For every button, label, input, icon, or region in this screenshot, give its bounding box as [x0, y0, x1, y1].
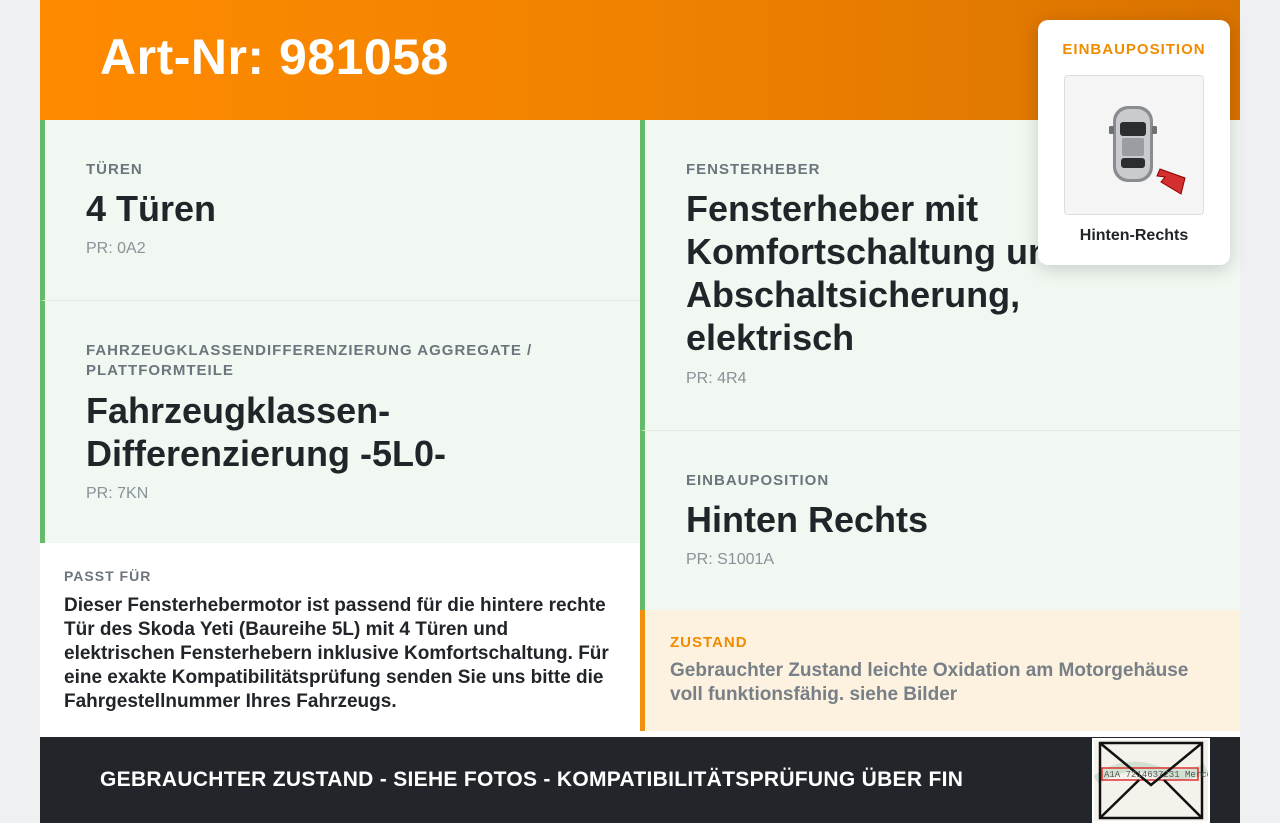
card-pr-code: PR: S1001A	[686, 551, 775, 568]
card-label: Fensterheber	[686, 161, 821, 178]
thumb-text: A1A 7214637231 Mercedes-Benz	[1104, 770, 1208, 780]
fits-label: PASST FÜR	[64, 568, 152, 584]
card-value: Fensterheber mit Komfortschaltung und Ab…	[686, 188, 1072, 358]
card-value: 4 Türen	[86, 188, 217, 229]
card-label: Türen	[86, 161, 143, 178]
label-photo-icon: A1A 7214637231 Mercedes-Benz	[1094, 740, 1208, 821]
card-value: Fahrzeugklassen-Differenzierung -5L0-	[86, 390, 447, 474]
installation-position-popup: EINBAUPOSITION Hinten-Rechts	[1038, 20, 1230, 265]
card-pr-code: PR: 0A2	[86, 240, 146, 257]
card-pr-code: PR: 7KN	[86, 485, 149, 502]
fits-description: Dieser Fensterhebermotor ist passend für…	[64, 595, 609, 712]
position-diagram	[1064, 75, 1204, 215]
fits-for-section: PASST FÜR Dieser Fensterhebermotor ist p…	[40, 543, 640, 737]
card-label: Fahrzeugklassendifferenzierung Aggregate…	[86, 342, 533, 379]
popup-title: EINBAUPOSITION	[1062, 41, 1206, 58]
card-doors: Türen 4 Türen PR: 0A2	[40, 120, 640, 300]
car-top-view-icon	[1109, 106, 1186, 195]
condition-label: ZUSTAND	[670, 634, 748, 651]
footer-bar: GEBRAUCHTER ZUSTAND - SIEHE FOTOS - KOMP…	[40, 737, 1240, 823]
footer-notice: GEBRAUCHTER ZUSTAND - SIEHE FOTOS - KOMP…	[100, 768, 964, 791]
article-number-title: Art-Nr: 981058	[100, 29, 449, 85]
card-installation-position: Einbauposition Hinten Rechts PR: S1001A	[640, 430, 1240, 610]
card-label: Einbauposition	[686, 472, 830, 489]
card-value: Hinten Rechts	[686, 499, 929, 540]
product-photo-thumbnail[interactable]: A1A 7214637231 Mercedes-Benz	[1092, 738, 1210, 823]
condition-description: Gebrauchter Zustand leichte Oxidation am…	[670, 660, 1189, 705]
card-pr-code: PR: 4R4	[686, 370, 747, 387]
condition-section: ZUSTAND Gebrauchter Zustand leichte Oxid…	[640, 610, 1240, 731]
card-vehicle-class: Fahrzeugklassendifferenzierung Aggregate…	[40, 300, 640, 543]
popup-caption: Hinten-Rechts	[1079, 227, 1189, 244]
